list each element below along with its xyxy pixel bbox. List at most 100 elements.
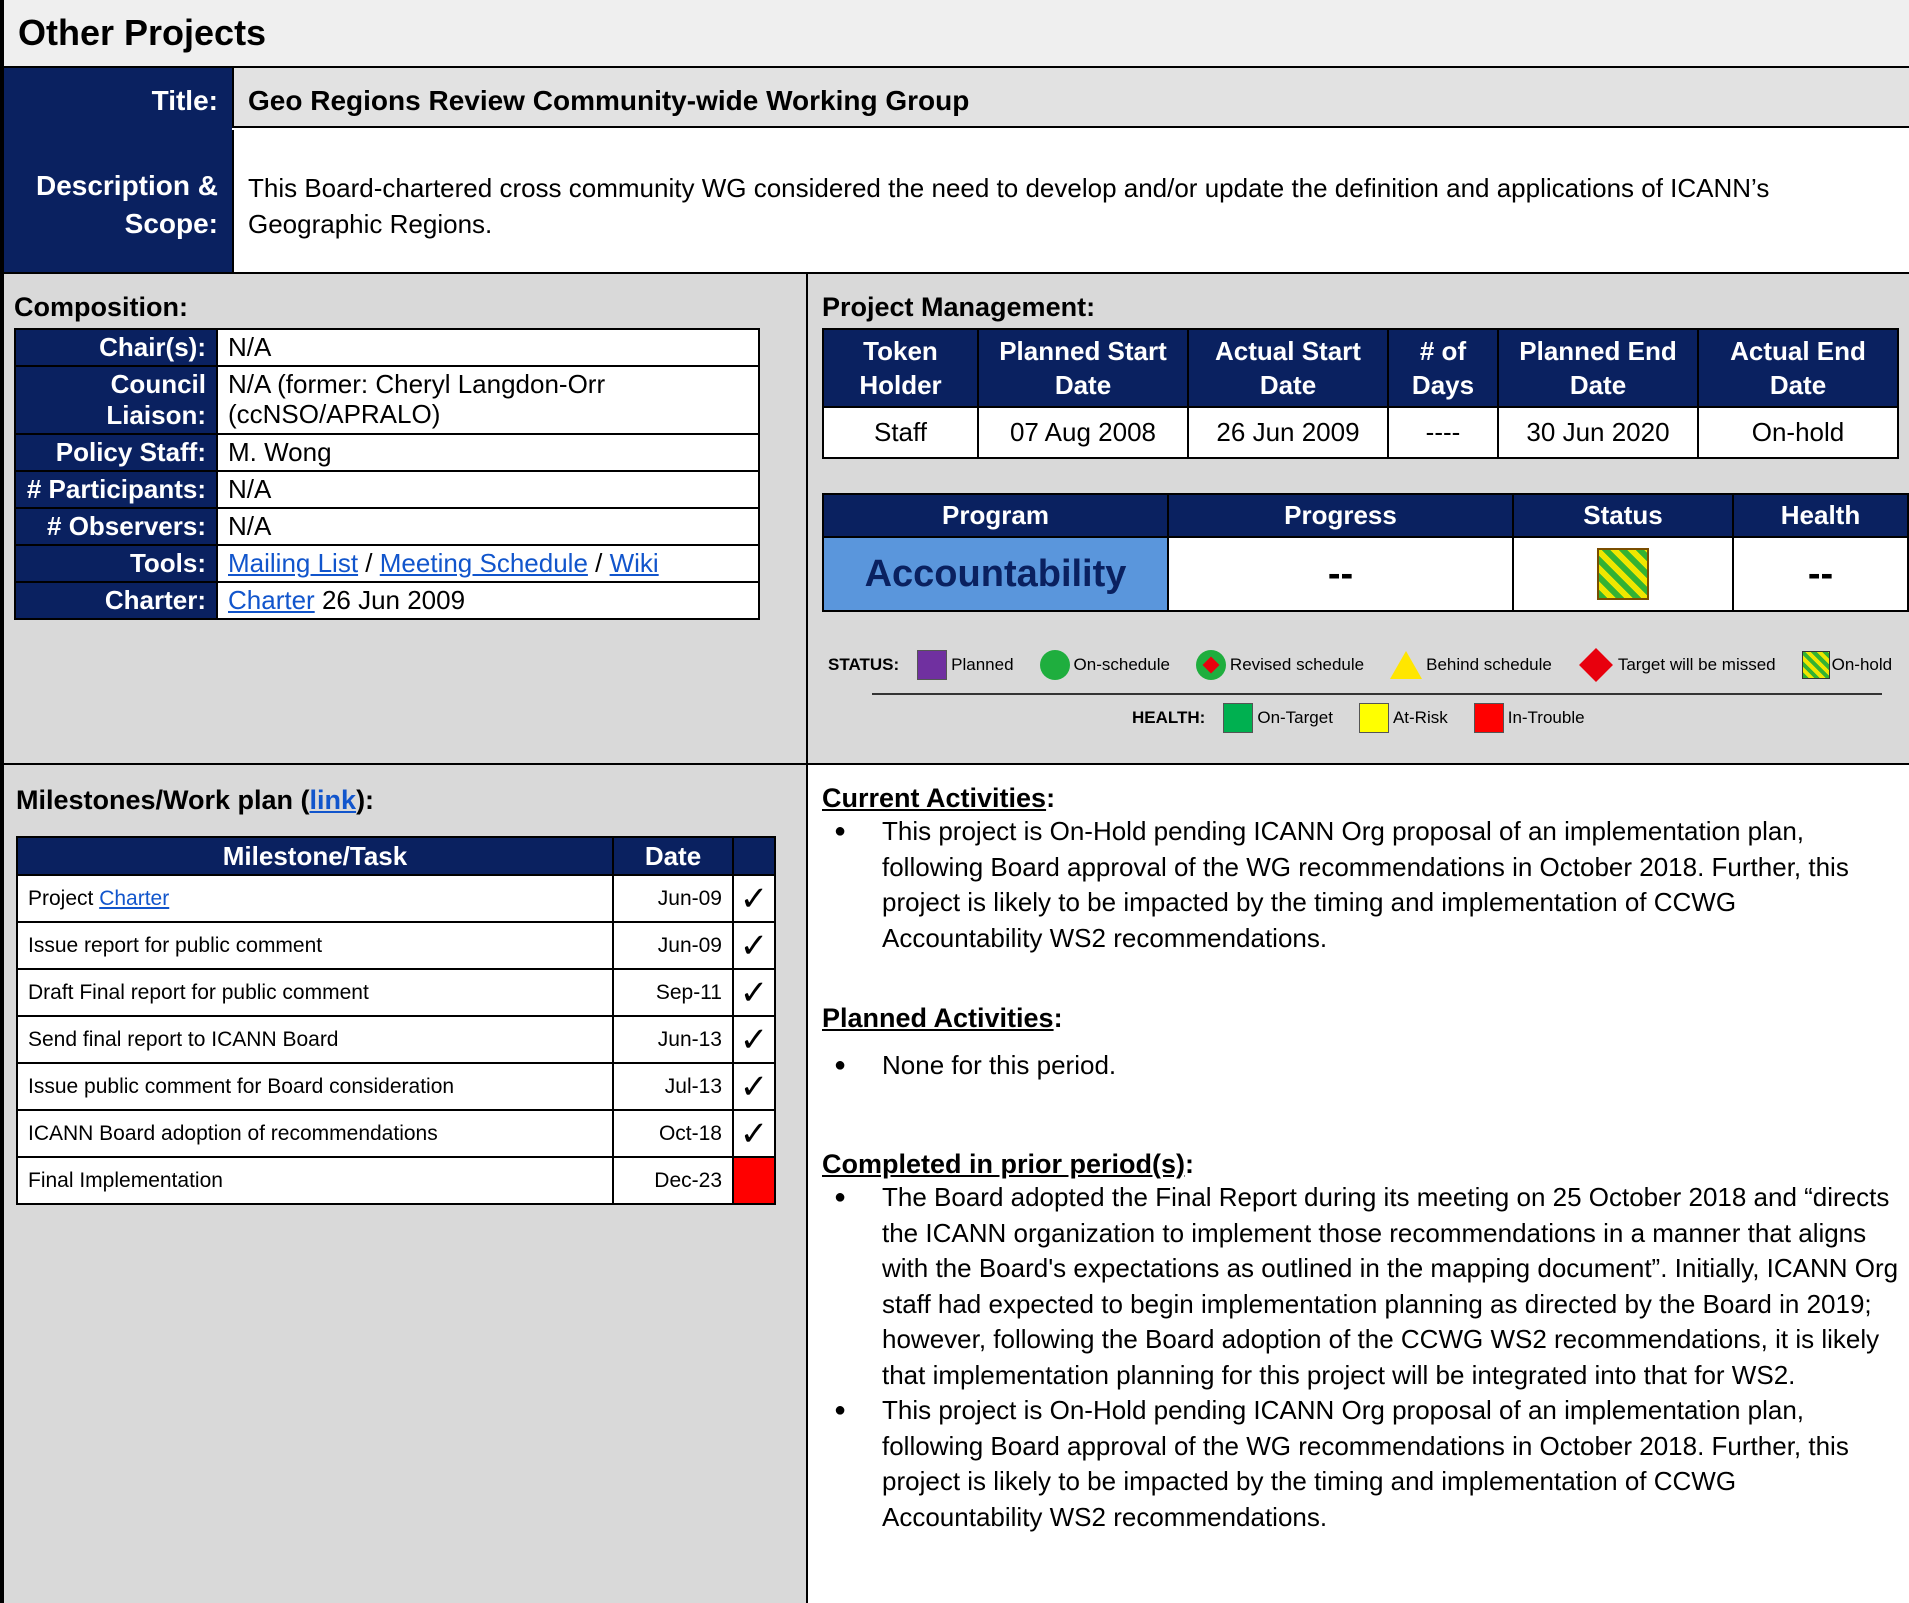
program-header-row: Program Progress Status Health	[822, 493, 1909, 538]
observers-value: N/A	[216, 507, 760, 546]
task-header: Milestone/Task	[16, 836, 614, 876]
task-cell: Send final report to ICANN Board	[16, 1015, 614, 1064]
revised-schedule-icon	[1195, 650, 1226, 680]
table-row: Issue public comment for Board considera…	[16, 1062, 776, 1111]
date-cell: Jun-13	[612, 1015, 734, 1064]
date-cell: Jul-13	[612, 1062, 734, 1111]
pm-header: # of Days	[1387, 328, 1499, 408]
pm-header-row: Token Holder Planned Start Date Actual S…	[822, 328, 1899, 408]
pm-value-row: Staff 07 Aug 2008 26 Jun 2009 ---- 30 Ju…	[822, 406, 1899, 459]
participants-value: N/A	[216, 470, 760, 509]
observers-label: # Observers:	[14, 507, 218, 546]
planned-square-icon	[917, 650, 948, 680]
legend-on-schedule: On-schedule	[1039, 650, 1170, 680]
table-row: Draft Final report for public comment Se…	[16, 968, 776, 1017]
milestones-heading-end: ):	[356, 785, 375, 815]
on-target-square-icon	[1223, 703, 1254, 733]
on-hold-hatch-icon	[1801, 651, 1830, 679]
completed-activities-heading: Completed in prior period(s):	[822, 1149, 1902, 1180]
actual-end-value: On-hold	[1697, 406, 1899, 459]
pm-header: Planned Start Date	[977, 328, 1189, 408]
legend-planned: Planned	[917, 650, 1014, 680]
staff-row: Policy Staff: M. Wong	[14, 433, 760, 472]
date-header: Date	[612, 836, 734, 876]
progress-header: Progress	[1167, 493, 1514, 538]
project-management-heading: Project Management:	[822, 292, 1096, 322]
list-item: None for this period.	[822, 1048, 1902, 1084]
date-cell: Jun-09	[612, 921, 734, 970]
current-activities-heading: Current Activities:	[822, 783, 1902, 814]
mailing-list-link[interactable]: Mailing List	[228, 548, 358, 578]
activities-panel: Current Activities: This project is On-H…	[808, 763, 1909, 1603]
charter-link[interactable]: Charter	[228, 585, 315, 615]
chair-label: Chair(s):	[14, 328, 218, 367]
heading-colon: :	[1053, 1003, 1063, 1033]
observers-row: # Observers: N/A	[14, 507, 760, 546]
heading-colon: :	[1046, 783, 1056, 813]
health-value: --	[1732, 536, 1909, 612]
current-activities-list: This project is On-Hold pending ICANN Or…	[822, 814, 1902, 956]
overdue-status-cell	[732, 1156, 776, 1205]
legend-in-trouble-label: In-Trouble	[1507, 708, 1585, 727]
composition-table: Chair(s): N/A Council Liaison: N/A (former…	[14, 328, 760, 620]
program-value-row: Accountability -- --	[822, 536, 1909, 612]
completed-activities-list: The Board adopted the Final Report durin…	[822, 1180, 1902, 1535]
chair-row: Chair(s): N/A	[14, 328, 760, 367]
at-risk-square-icon	[1358, 703, 1389, 733]
legend-on-target-label: On-Target	[1257, 708, 1333, 727]
description-label-line1: Description &	[35, 170, 218, 201]
milestones-heading: Milestones/Work plan (link):	[16, 785, 374, 816]
date-cell: Jun-09	[612, 874, 734, 923]
workplan-link[interactable]: link	[310, 785, 357, 815]
legend-revised: Revised schedule	[1195, 650, 1364, 680]
on-schedule-circle-icon	[1039, 650, 1070, 680]
checkmark-icon: ✓	[732, 1015, 776, 1064]
participants-row: # Participants: N/A	[14, 470, 760, 509]
task-cell: Final Implementation	[16, 1156, 614, 1205]
wiki-link[interactable]: Wiki	[610, 548, 659, 578]
status-header: Status	[1512, 493, 1734, 538]
charter-value: Charter 26 Jun 2009	[216, 581, 760, 620]
date-cell: Oct-18	[612, 1109, 734, 1158]
project-title: Geo Regions Review Community-wide Workin…	[232, 68, 1909, 128]
planned-activities-title: Planned Activities	[822, 1003, 1054, 1033]
days-value: ----	[1387, 406, 1499, 459]
program-header: Program	[822, 493, 1169, 538]
task-cell: Draft Final report for public comment	[16, 968, 614, 1017]
legend-at-risk-label: At-Risk	[1392, 708, 1448, 727]
description-text: This Board-chartered cross community WG …	[232, 130, 1909, 272]
participants-label: # Participants:	[14, 470, 218, 509]
on-hold-status-icon	[1597, 548, 1649, 600]
checkmark-icon: ✓	[732, 968, 776, 1017]
pm-header: Actual End Date	[1697, 328, 1899, 408]
health-header: Health	[1732, 493, 1909, 538]
charter-link[interactable]: Charter	[99, 887, 169, 910]
list-item: The Board adopted the Final Report durin…	[822, 1180, 1902, 1393]
target-missed-diamond-icon	[1578, 648, 1613, 682]
legend-planned-label: Planned	[951, 655, 1014, 674]
description-label-line2: Scope:	[124, 208, 218, 239]
legend-on-schedule-label: On-schedule	[1073, 655, 1170, 674]
heading-colon: :	[1185, 1149, 1195, 1179]
tools-separator: /	[595, 548, 603, 578]
project-management-table: Token Holder Planned Start Date Actual S…	[822, 328, 1899, 459]
tools-label: Tools:	[14, 544, 218, 583]
status-legend: STATUS: Planned On-schedule Revised sche…	[828, 648, 1892, 682]
meeting-schedule-link[interactable]: Meeting Schedule	[380, 548, 588, 578]
date-cell: Dec-23	[612, 1156, 734, 1205]
health-legend-label: HEALTH:	[1132, 708, 1206, 727]
program-value: Accountability	[822, 536, 1169, 612]
legend-on-target: On-Target	[1223, 703, 1333, 733]
completed-activities-title: Completed in prior period(s)	[822, 1149, 1186, 1179]
liaison-row: Council Liaison: N/A (former: Cheryl Lang…	[14, 365, 760, 435]
liaison-value: N/A (former: Cheryl Langdon-Orr (ccNSO/A…	[216, 365, 760, 435]
task-cell: Issue report for public comment	[16, 921, 614, 970]
planned-start-value: 07 Aug 2008	[977, 406, 1189, 459]
checkmark-icon: ✓	[732, 874, 776, 923]
checkmark-icon: ✓	[732, 1109, 776, 1158]
list-item: This project is On-Hold pending ICANN Or…	[822, 1393, 1902, 1535]
legend-behind-label: Behind schedule	[1426, 655, 1552, 674]
milestones-table: Milestone/Task Date Project Charter Jun-…	[16, 836, 776, 1205]
token-holder-value: Staff	[822, 406, 979, 459]
pm-header: Actual Start Date	[1187, 328, 1389, 408]
